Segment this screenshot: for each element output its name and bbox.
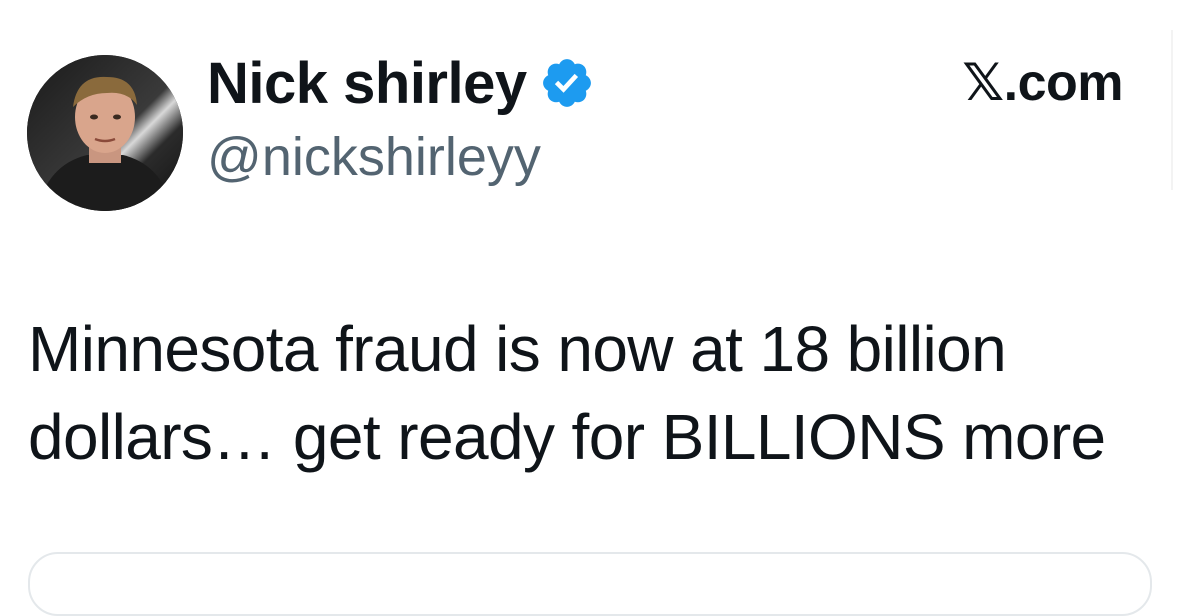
tweet-text-line: dollars… get ready for BILLIONS more	[28, 401, 1106, 473]
tweet-card: Nick shirley @nickshirleyy 𝕏.com Minneso…	[0, 0, 1179, 616]
author-handle[interactable]: @nickshirleyy	[207, 126, 541, 188]
author-avatar[interactable]	[27, 55, 183, 211]
tweet-text-line: Minnesota fraud is now at 18 billion	[28, 313, 1007, 385]
author-name-row: Nick shirley	[207, 48, 595, 118]
divider	[1171, 30, 1173, 190]
author-display-name[interactable]: Nick shirley	[207, 50, 527, 117]
profile-photo-icon	[27, 55, 183, 211]
embedded-card[interactable]	[28, 552, 1152, 616]
tweet-text: Minnesota fraud is now at 18 billion dol…	[28, 305, 1158, 481]
x-com-label: 𝕏.com	[962, 54, 1123, 112]
verified-badge-icon	[542, 59, 591, 107]
